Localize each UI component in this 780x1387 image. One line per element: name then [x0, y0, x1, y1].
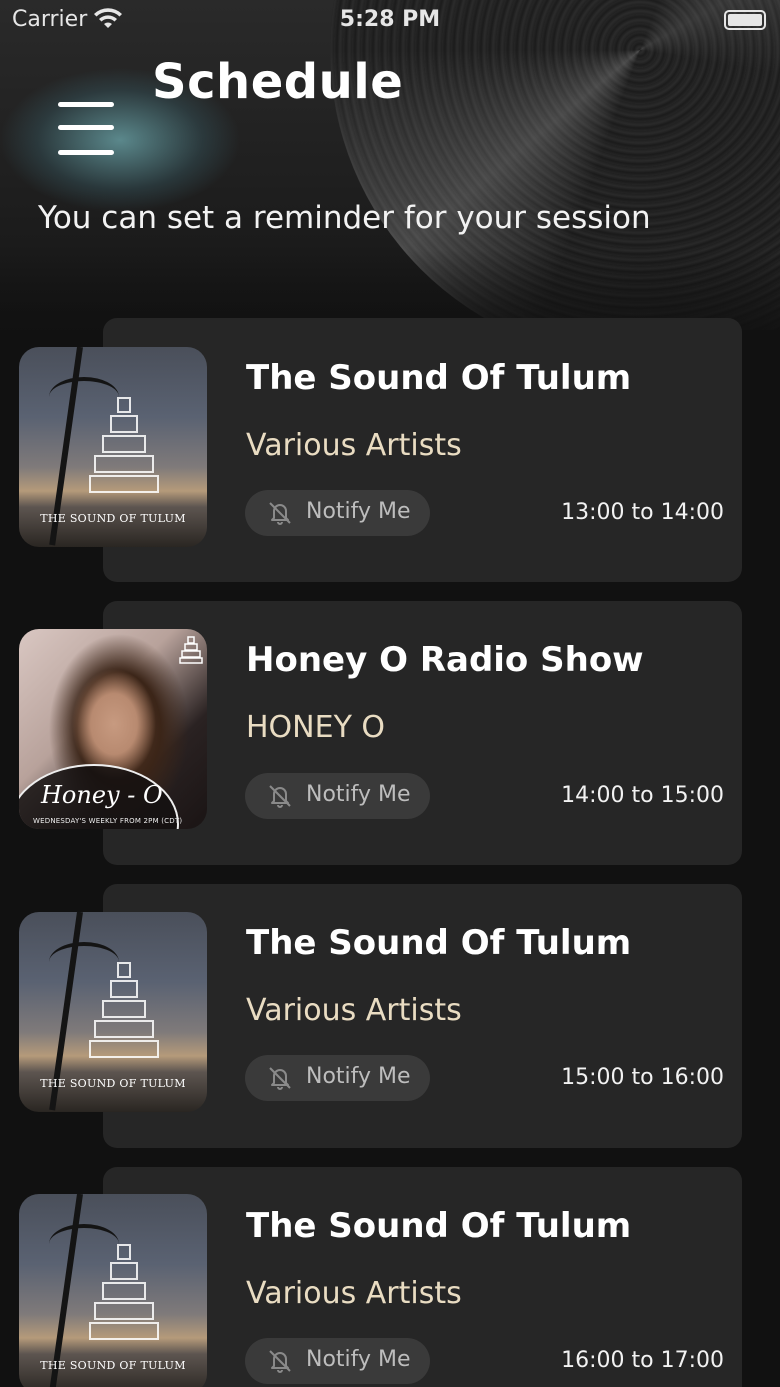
page-subtitle: You can set a reminder for your session	[38, 200, 651, 236]
show-cover-image: THE SOUND OF TULUM	[19, 1194, 207, 1387]
show-artist: Various Artists	[246, 993, 462, 1028]
tower-logo	[89, 1244, 159, 1344]
bell-off-icon	[269, 1067, 291, 1090]
cover-script: Honey - O	[41, 781, 163, 809]
show-artist: Various Artists	[246, 1276, 462, 1311]
notify-me-button[interactable]: Notify Me	[245, 490, 430, 536]
show-cover-image: Honey - O WEDNESDAY'S WEEKLY FROM 2PM (C…	[19, 629, 207, 829]
page-title: Schedule	[152, 54, 404, 110]
time-range: 16:00 to 17:00	[561, 1348, 724, 1373]
notify-me-label: Notify Me	[306, 499, 411, 524]
notify-me-label: Notify Me	[306, 782, 411, 807]
bell-off-icon	[269, 1350, 291, 1373]
show-artist: Various Artists	[246, 428, 462, 463]
show-cover-image: THE SOUND OF TULUM	[19, 347, 207, 547]
notify-me-button[interactable]: Notify Me	[245, 773, 430, 819]
status-time: 5:28 PM	[339, 7, 441, 32]
show-title: Honey O Radio Show	[246, 640, 644, 680]
time-range: 15:00 to 16:00	[561, 1065, 724, 1090]
notify-me-button[interactable]: Notify Me	[245, 1055, 430, 1101]
notify-me-label: Notify Me	[306, 1064, 411, 1089]
header-background	[0, 0, 780, 330]
cover-caption: THE SOUND OF TULUM	[40, 512, 186, 525]
show-cover-image: THE SOUND OF TULUM	[19, 912, 207, 1112]
show-title: The Sound Of Tulum	[246, 923, 632, 963]
tower-logo	[89, 397, 159, 497]
status-bar: Carrier 5:28 PM	[0, 0, 780, 40]
notify-me-button[interactable]: Notify Me	[245, 1338, 430, 1384]
cover-caption: THE SOUND OF TULUM	[40, 1077, 186, 1090]
tower-logo	[89, 962, 159, 1062]
show-title: The Sound Of Tulum	[246, 1206, 632, 1246]
show-artist: HONEY O	[246, 710, 386, 745]
time-range: 14:00 to 15:00	[561, 783, 724, 808]
show-title: The Sound Of Tulum	[246, 358, 632, 398]
bell-off-icon	[269, 502, 291, 525]
battery-full-icon	[724, 10, 766, 30]
bell-off-icon	[269, 785, 291, 808]
hamburger-menu-icon[interactable]	[58, 100, 116, 160]
cover-caption: THE SOUND OF TULUM	[40, 1359, 186, 1372]
notify-me-label: Notify Me	[306, 1347, 411, 1372]
tower-logo-icon	[179, 636, 203, 664]
time-range: 13:00 to 14:00	[561, 500, 724, 525]
cover-tag: WEDNESDAY'S WEEKLY FROM 2PM (CDT)	[33, 817, 183, 825]
